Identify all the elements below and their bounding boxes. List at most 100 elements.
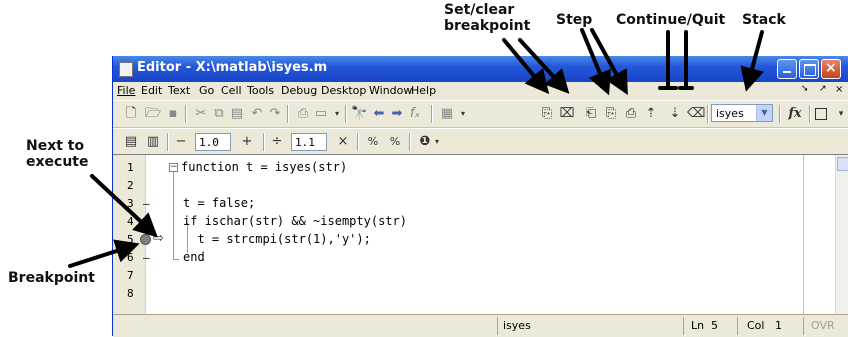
menu-window[interactable]: Window xyxy=(369,84,412,97)
stack-icon[interactable]: ▦ xyxy=(439,106,455,122)
toolbar-separator xyxy=(287,105,289,123)
menu-edit[interactable]: Edit xyxy=(141,84,162,97)
step-out-top-icon[interactable]: ⇡ xyxy=(643,106,659,122)
code-line-3: t = false; xyxy=(183,196,256,210)
menu-bar: File Edit Text Go Cell Tools Debug Deskt… xyxy=(113,82,848,100)
menu-tools[interactable]: Tools xyxy=(247,84,274,97)
annotation-line: Set/clear xyxy=(444,2,515,18)
function-browser-icon[interactable]: fₓ xyxy=(407,106,423,122)
menu-help[interactable]: Help xyxy=(411,84,436,97)
forward-arrow-icon[interactable]: ➡ xyxy=(389,106,405,122)
line-number: 5 xyxy=(127,233,134,246)
annotation-line: breakpoint xyxy=(444,18,531,34)
menu-go[interactable]: Go xyxy=(199,84,214,97)
dock-arrow-icon[interactable]: ➘ xyxy=(801,84,809,94)
annotation-stack: Stack xyxy=(742,12,786,28)
breakpoint-icon[interactable] xyxy=(140,234,151,245)
cell-options-icon[interactable]: ▥ xyxy=(145,134,161,150)
menu-debug[interactable]: Debug xyxy=(281,84,317,97)
redo-icon[interactable]: ↷ xyxy=(267,106,283,122)
annotation-line: execute xyxy=(26,154,89,170)
window-title: Editor - X:\matlab\isyes.m xyxy=(137,60,328,75)
continue-icon[interactable]: ⇣ xyxy=(667,106,683,122)
menu-file[interactable]: File xyxy=(117,84,135,97)
toolbar-separator xyxy=(809,105,811,123)
menu-desktop[interactable]: Desktop xyxy=(321,84,366,97)
field-value: 1.0 xyxy=(199,136,219,149)
vertical-scrollbar[interactable] xyxy=(835,155,848,315)
status-separator xyxy=(737,317,738,335)
status-ln-value: 5 xyxy=(711,319,718,332)
main-toolbar: 🗋 🗁 ▪ ✂ ⧉ ▤ ↶ ↷ ⎙ ▭ ▾ 🔭 ⬅ ➡ fₓ ▦ ▾ ⎘ ⌧ ⎗… xyxy=(113,100,848,128)
right-margin-line xyxy=(803,155,804,315)
annotation-breakpoint: Breakpoint xyxy=(8,270,95,286)
annotation-next-to-execute: Next to execute xyxy=(26,138,114,170)
dropdown-arrow-icon[interactable]: ▾ xyxy=(329,106,345,122)
find-icon[interactable]: 🔭 xyxy=(351,106,367,122)
cell-percent-icon[interactable]: % xyxy=(365,134,381,150)
step-out-icon[interactable]: ⎙ xyxy=(623,106,639,122)
print-icon[interactable]: ⎙ xyxy=(295,106,311,122)
line-number: 3 xyxy=(127,197,134,210)
fold-function-icon[interactable]: − xyxy=(169,163,178,172)
cell-percent-remove-icon[interactable]: % xyxy=(387,134,403,150)
annotation-continue-quit: Continue/Quit xyxy=(616,12,726,28)
set-breakpoint-icon[interactable]: ⎘ xyxy=(539,106,555,122)
executable-line-dash[interactable]: – xyxy=(143,197,150,210)
code-line-6: end xyxy=(183,250,205,264)
code-editor[interactable]: 1 2 3 4 5 6 7 8 – – – ⇨ − function t = i… xyxy=(113,154,848,315)
open-file-icon[interactable]: 🗁 xyxy=(145,106,161,122)
dropdown-arrow-icon[interactable]: ▾ xyxy=(429,134,445,150)
cut-icon[interactable]: ✂ xyxy=(193,106,209,122)
paste-icon[interactable]: ▤ xyxy=(229,106,245,122)
layout-box-icon[interactable] xyxy=(815,108,827,120)
fx-button[interactable]: fx xyxy=(785,106,805,122)
annotation-step: Step xyxy=(556,12,593,28)
minimize-button[interactable] xyxy=(777,59,797,79)
undo-icon[interactable]: ↶ xyxy=(249,106,265,122)
step-in-icon[interactable]: ⎘ xyxy=(603,106,619,122)
scroll-thumb[interactable] xyxy=(837,157,848,171)
executable-line-dash[interactable]: – xyxy=(143,215,150,228)
increment-button[interactable]: + xyxy=(239,134,255,150)
insert-cell-icon[interactable]: ▤ xyxy=(123,134,139,150)
new-file-icon[interactable]: 🗋 xyxy=(123,106,139,122)
execution-arrow-icon: ⇨ xyxy=(153,231,164,246)
toolbar-separator xyxy=(431,105,433,123)
increment-value-field[interactable]: 1.0 xyxy=(195,133,231,151)
executable-line-dash[interactable]: – xyxy=(143,251,150,264)
cell-toolbar: ▤ ▥ − 1.0 + ÷ 1.1 × % % ❶ ▾ xyxy=(113,128,848,156)
scale-value-field[interactable]: 1.1 xyxy=(291,133,327,151)
exit-debug-icon[interactable]: ⌫ xyxy=(687,106,705,122)
undock-arrow-icon[interactable]: ↗ xyxy=(819,84,827,94)
title-bar[interactable]: Editor - X:\matlab\isyes.m × xyxy=(113,56,848,82)
status-bar: isyes Ln 5 Col 1 OVR xyxy=(113,314,848,337)
close-doc-icon[interactable]: × xyxy=(835,84,843,95)
fold-line xyxy=(173,172,174,260)
toolbar-separator xyxy=(707,105,709,123)
back-arrow-icon[interactable]: ⬅ xyxy=(371,106,387,122)
chevron-down-icon[interactable]: ▼ xyxy=(756,105,772,121)
menu-label: File xyxy=(117,84,136,97)
step-icon[interactable]: ⎗ xyxy=(583,106,599,122)
dropdown-arrow-icon[interactable]: ▾ xyxy=(833,106,848,122)
dropdown-arrow-icon[interactable]: ▾ xyxy=(455,106,471,122)
decrement-button[interactable]: − xyxy=(173,134,189,150)
menu-text[interactable]: Text xyxy=(168,84,190,97)
clear-breakpoints-icon[interactable]: ⌧ xyxy=(559,106,575,122)
stack-select[interactable]: isyes ▼ xyxy=(711,104,773,122)
toolbar-separator xyxy=(779,105,781,123)
copy-icon[interactable]: ⧉ xyxy=(211,106,227,122)
save-icon[interactable]: ▪ xyxy=(165,106,181,122)
maximize-button[interactable] xyxy=(799,59,819,79)
multiply-button[interactable]: × xyxy=(335,134,351,150)
annotation-set-clear-breakpoint: Set/clear breakpoint xyxy=(444,2,530,34)
print-options-icon[interactable]: ▭ xyxy=(313,106,329,122)
divide-button[interactable]: ÷ xyxy=(269,134,285,150)
fold-line xyxy=(173,259,179,260)
status-separator xyxy=(497,317,498,335)
menu-cell[interactable]: Cell xyxy=(221,84,242,97)
code-line-1: function t = isyes(str) xyxy=(181,160,348,174)
close-button[interactable]: × xyxy=(821,59,841,79)
toolbar-separator xyxy=(357,133,359,151)
